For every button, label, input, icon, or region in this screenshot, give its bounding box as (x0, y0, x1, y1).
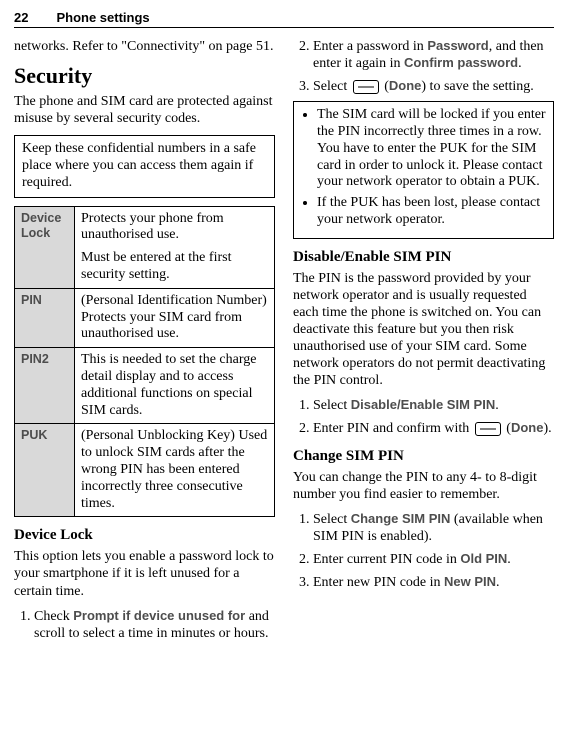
note-box-sim-lock: The SIM card will be locked if you enter… (293, 101, 554, 239)
list-item: Check Prompt if device unused for and sc… (34, 608, 275, 642)
cell-label-device-lock: Device Lock (15, 206, 75, 288)
change-sim-pin-steps: Select Change SIM PIN (available when SI… (293, 511, 554, 591)
list-item: Select (Done) to save the setting. (313, 78, 554, 95)
heading-change-sim-pin: Change SIM PIN (293, 448, 554, 465)
header: 22 Phone settings (14, 10, 554, 28)
device-lock-steps: Check Prompt if device unused for and sc… (14, 608, 275, 642)
disable-sim-pin-para: The PIN is the password provided by your… (293, 270, 554, 390)
list-item: Enter a password in Password, and then e… (313, 38, 554, 72)
list-item: If the PUK has been lost, please contact… (317, 195, 546, 229)
step-text: Enter new PIN code in (313, 575, 444, 590)
ui-label-change-sim-pin: Change SIM PIN (351, 511, 451, 526)
list-item: Select Change SIM PIN (available when SI… (313, 511, 554, 545)
columns: networks. Refer to "Connectivity" on pag… (14, 38, 554, 648)
page: 22 Phone settings networks. Refer to "Co… (0, 0, 568, 753)
cell-desc-puk: (Personal Unblocking Key) Used to unlock… (75, 424, 275, 517)
heading-disable-enable-sim-pin: Disable/Enable SIM PIN (293, 249, 554, 266)
running-head: Phone settings (56, 10, 149, 25)
ui-label-password: Password (427, 38, 488, 53)
disable-sim-pin-steps: Select Disable/Enable SIM PIN. Enter PIN… (293, 397, 554, 437)
step-text: ). (543, 421, 551, 436)
step-text: Select (313, 512, 351, 527)
security-intro: The phone and SIM card are protected aga… (14, 93, 275, 127)
cell-label-puk: PUK (15, 424, 75, 517)
cell-desc-pin2: This is needed to set the charge detail … (75, 348, 275, 424)
ui-label-prompt: Prompt if device unused for (73, 608, 245, 623)
cell-desc-pin: (Personal Identification Number) Protect… (75, 288, 275, 347)
ui-label-done: Done (511, 420, 544, 435)
cell-label-pin2: PIN2 (15, 348, 75, 424)
device-lock-para: This option lets you enable a password l… (14, 548, 275, 599)
ui-label-new-pin: New PIN (444, 574, 496, 589)
step-text: Enter a password in (313, 39, 427, 54)
heading-security: Security (14, 63, 275, 89)
device-lock-steps-cont: Enter a password in Password, and then e… (293, 38, 554, 95)
step-text: . (518, 56, 522, 71)
heading-device-lock: Device Lock (14, 527, 275, 544)
list-item: The SIM card will be locked if you enter… (317, 107, 546, 191)
step-text: . (495, 398, 499, 413)
table-row: Device Lock Protects your phone from una… (15, 206, 275, 288)
step-text: . (496, 575, 500, 590)
right-column: Enter a password in Password, and then e… (293, 38, 554, 648)
cell-desc-device-lock: Protects your phone from unauthorised us… (75, 206, 275, 288)
softkey-icon (353, 80, 379, 94)
list-item: Enter new PIN code in New PIN. (313, 574, 554, 591)
cell-label-pin: PIN (15, 288, 75, 347)
continuation-paragraph: networks. Refer to "Connectivity" on pag… (14, 38, 275, 55)
ui-label-confirm-password: Confirm password (404, 55, 518, 70)
softkey-icon (475, 422, 501, 436)
step-text: Select (313, 398, 351, 413)
ui-label-done: Done (389, 78, 422, 93)
change-sim-pin-para: You can change the PIN to any 4- to 8-di… (293, 469, 554, 503)
step-text: Select (313, 79, 351, 94)
left-column: networks. Refer to "Connectivity" on pag… (14, 38, 275, 648)
list-item: Enter current PIN code in Old PIN. (313, 551, 554, 568)
step-text: Enter PIN and confirm with (313, 421, 473, 436)
table-row: PIN (Personal Identification Number) Pro… (15, 288, 275, 347)
page-number: 22 (14, 10, 28, 25)
step-text: . (507, 552, 511, 567)
table-row: PUK (Personal Unblocking Key) Used to un… (15, 424, 275, 517)
cell-text: Protects your phone from unauthorised us… (81, 211, 268, 245)
step-text: ) to save the setting. (421, 79, 533, 94)
ui-label-disable-enable-sim-pin: Disable/Enable SIM PIN (351, 397, 496, 412)
note-box-keep: Keep these confidential numbers in a saf… (14, 135, 275, 197)
list-item: Enter PIN and confirm with (Done). (313, 420, 554, 437)
codes-table: Device Lock Protects your phone from una… (14, 206, 275, 518)
step-text: Check (34, 609, 73, 624)
note-bullets: The SIM card will be locked if you enter… (301, 107, 546, 229)
step-text: Enter current PIN code in (313, 552, 460, 567)
step-text: ( (503, 421, 511, 436)
cell-text: Must be entered at the first security se… (81, 250, 268, 284)
table-row: PIN2 This is needed to set the charge de… (15, 348, 275, 424)
list-item: Select Disable/Enable SIM PIN. (313, 397, 554, 414)
step-text: ( (381, 79, 389, 94)
ui-label-old-pin: Old PIN (460, 551, 507, 566)
